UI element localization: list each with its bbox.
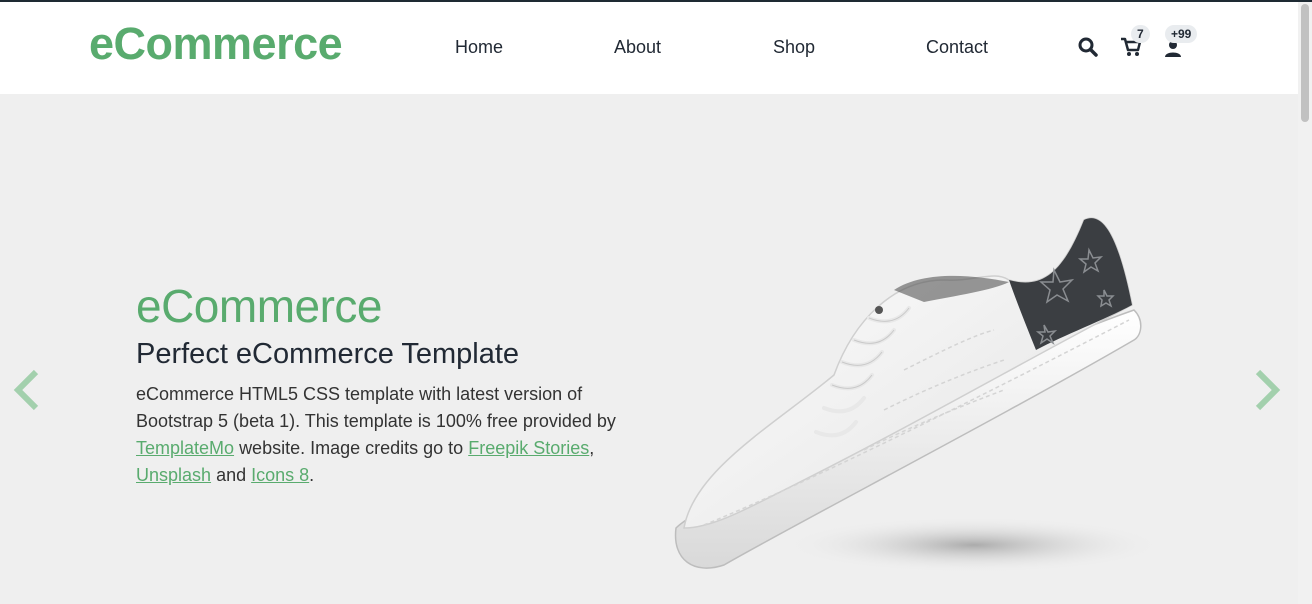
sneaker-image: [664, 210, 1164, 595]
hero-text-part: .: [309, 465, 315, 485]
link-freepik-stories[interactable]: Freepik Stories: [468, 438, 589, 458]
site-header: eCommerce Home About Shop Contact 7 +99: [0, 2, 1298, 94]
link-templatemo[interactable]: TemplateMo: [136, 438, 234, 458]
hero-title: Perfect eCommerce Template: [136, 338, 520, 370]
nav-home[interactable]: Home: [455, 37, 503, 58]
user-icon[interactable]: [1164, 40, 1182, 63]
hero-description: eCommerce HTML5 CSS template with latest…: [136, 381, 616, 489]
hero-text-part: ,: [589, 438, 595, 458]
hero-carousel: eCommerce Perfect eCommerce Template eCo…: [0, 94, 1298, 604]
hero-text-part: website. Image credits go to: [239, 438, 464, 458]
hero-text-part: eCommerce HTML5 CSS template with latest…: [136, 384, 616, 431]
hero-brand: eCommerce: [136, 280, 383, 332]
search-icon[interactable]: [1078, 37, 1098, 62]
carousel-prev-icon[interactable]: [12, 368, 42, 417]
nav-shop[interactable]: Shop: [773, 37, 815, 58]
user-count-badge: +99: [1165, 25, 1198, 43]
carousel-next-icon[interactable]: [1252, 368, 1282, 417]
scrollbar-thumb[interactable]: [1301, 4, 1309, 122]
nav-about[interactable]: About: [614, 37, 661, 58]
link-icons8[interactable]: Icons 8: [251, 465, 309, 485]
link-unsplash[interactable]: Unsplash: [136, 465, 211, 485]
nav-contact[interactable]: Contact: [926, 37, 988, 58]
brand-logo[interactable]: eCommerce: [89, 18, 343, 70]
hero-text-part: and: [216, 465, 247, 485]
cart-count-badge: 7: [1131, 25, 1150, 43]
